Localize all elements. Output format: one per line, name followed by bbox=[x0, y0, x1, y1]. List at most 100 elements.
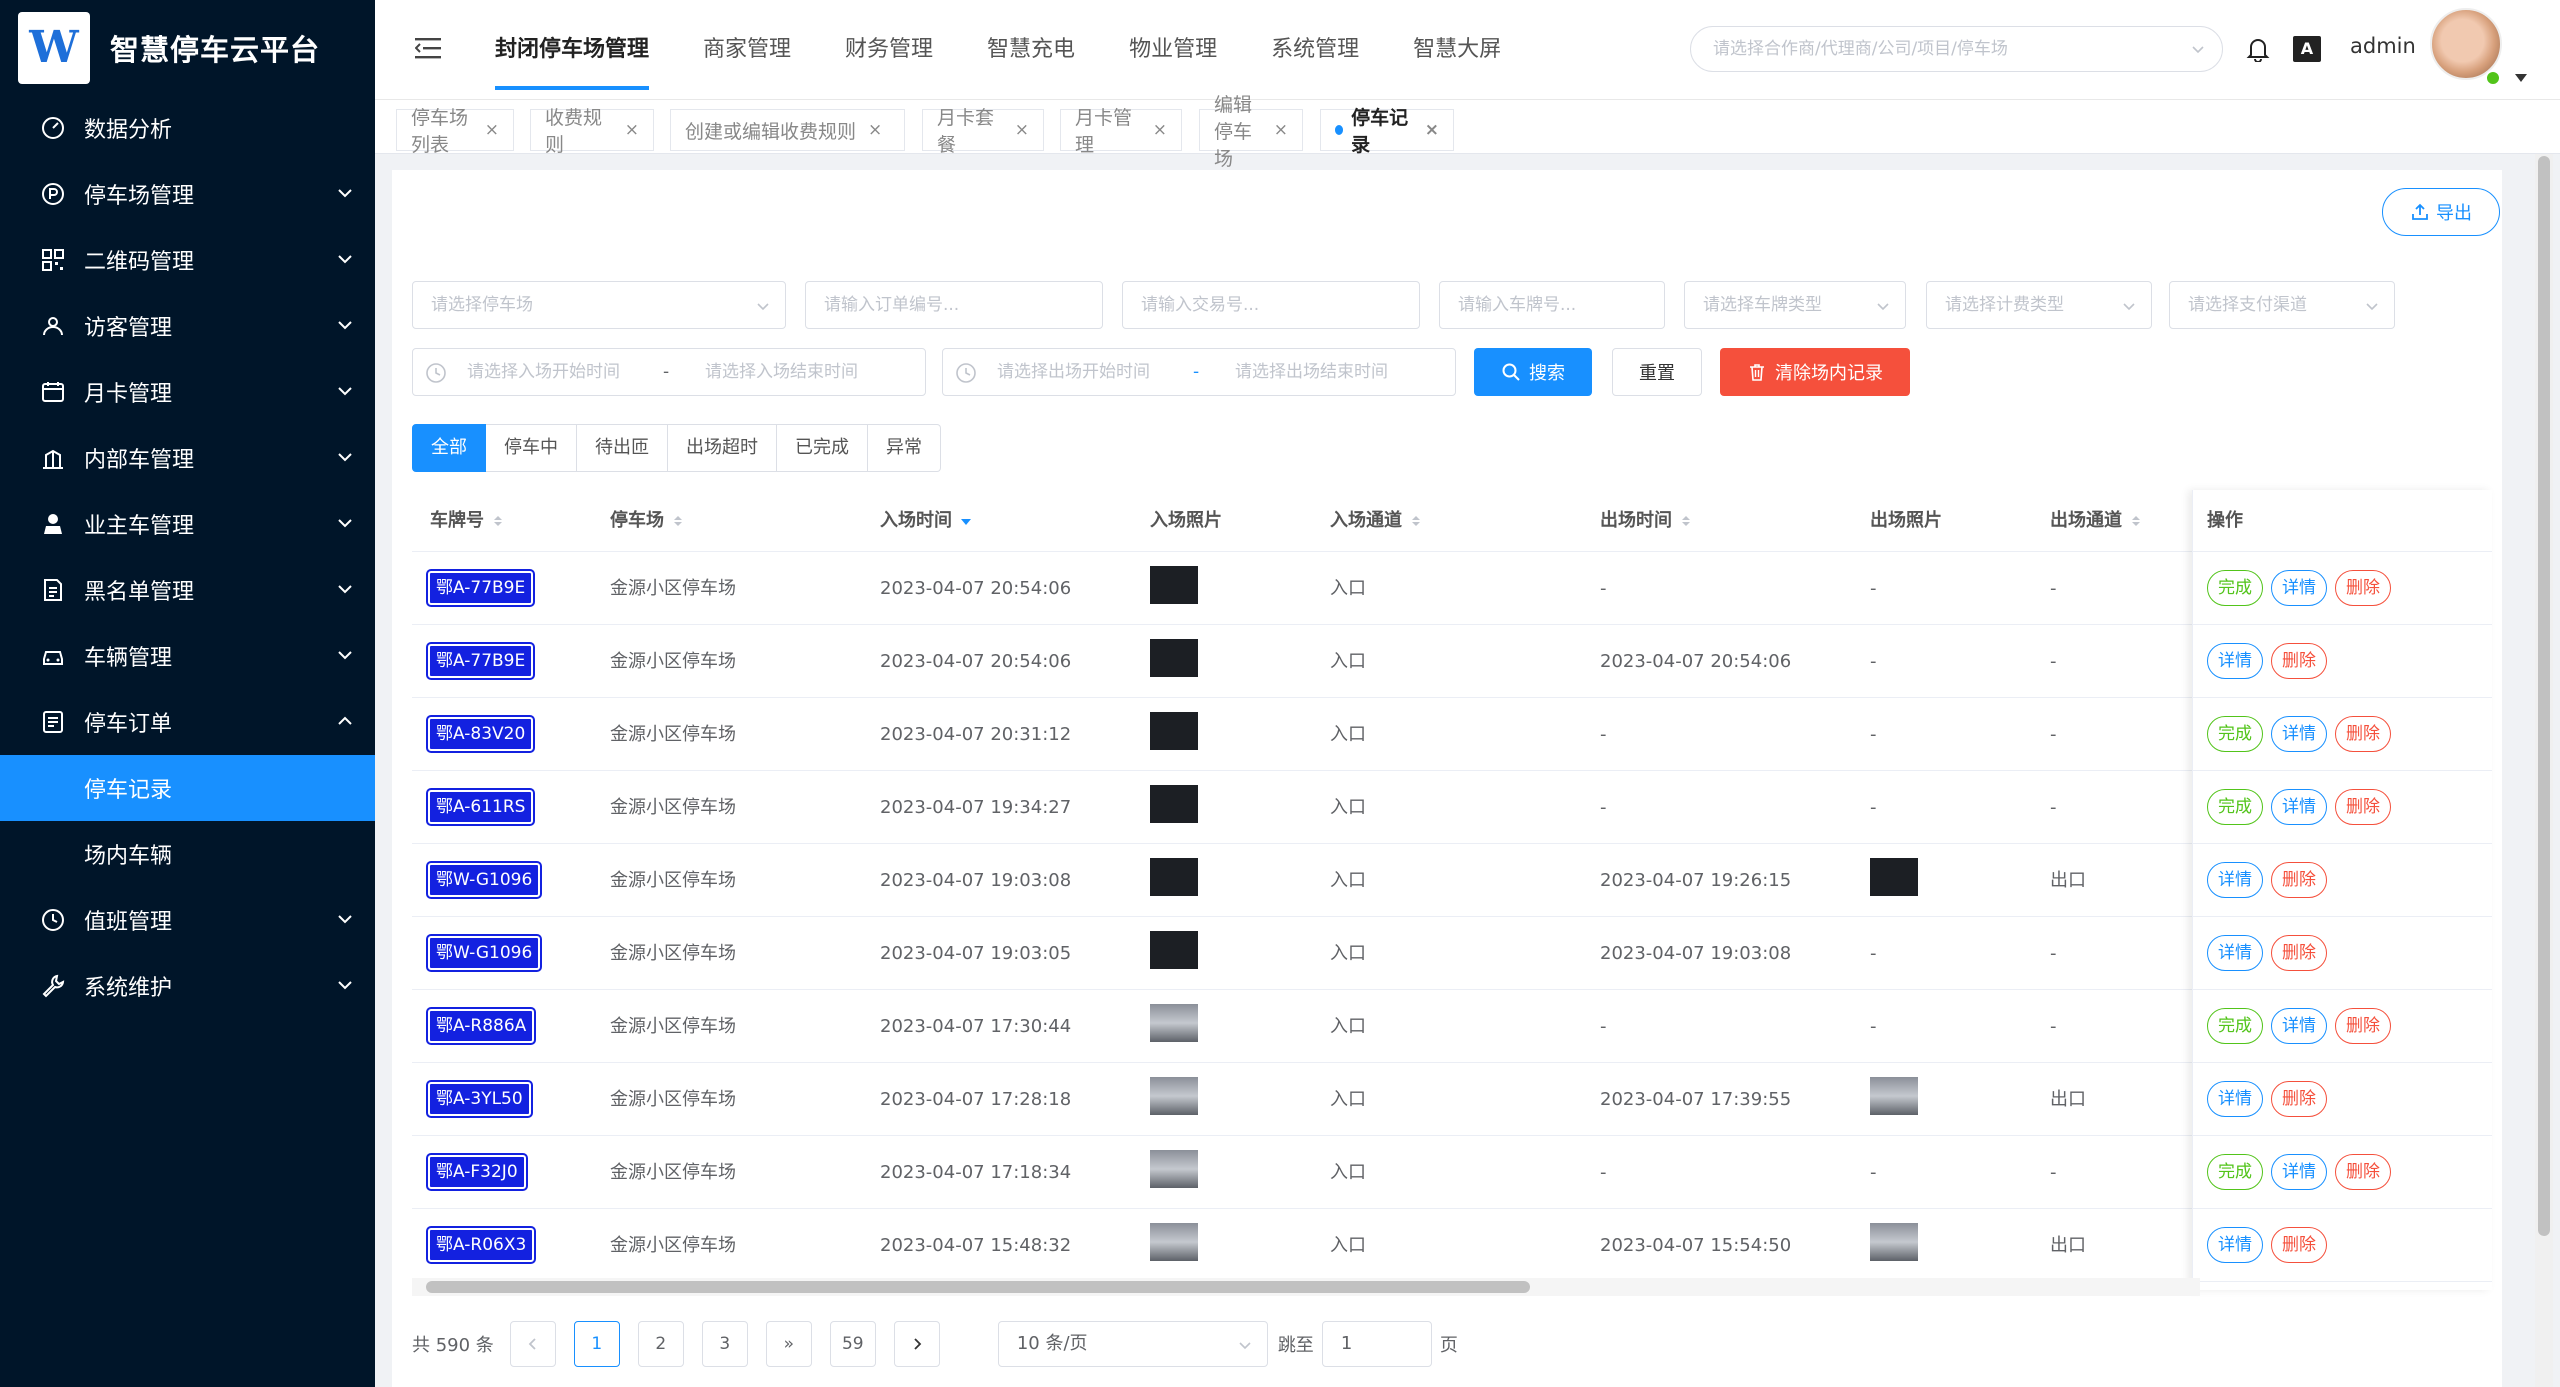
exit-photo-thumbnail[interactable] bbox=[1870, 1223, 1918, 1261]
entry-photo-thumbnail[interactable] bbox=[1150, 931, 1198, 969]
entry-photo-thumbnail[interactable] bbox=[1150, 1004, 1198, 1042]
tab-item[interactable]: 停车记录 × bbox=[1320, 107, 1454, 156]
exit-photo-thumbnail[interactable] bbox=[1870, 1077, 1918, 1115]
column-header[interactable]: 入场时间 bbox=[880, 490, 972, 552]
top-nav-item[interactable]: 财务管理 bbox=[845, 0, 933, 100]
horizontal-scrollbar-thumb[interactable] bbox=[426, 1281, 1530, 1293]
sidebar-item-sidebar-bottom_items-0[interactable]: 值班管理 bbox=[0, 887, 375, 953]
delete-button[interactable]: 删除 bbox=[2271, 1081, 2327, 1117]
sort-icon[interactable] bbox=[2130, 514, 2142, 528]
entry-photo-thumbnail[interactable] bbox=[1150, 639, 1198, 677]
exit-photo-thumbnail[interactable] bbox=[1870, 858, 1918, 896]
column-header[interactable]: 出场时间 bbox=[1600, 490, 1692, 552]
tab-item[interactable]: 月卡管理 × bbox=[1060, 107, 1182, 156]
close-icon[interactable]: × bbox=[1153, 120, 1167, 140]
tab-item[interactable]: 月卡套餐 × bbox=[922, 107, 1044, 156]
column-header[interactable]: 入场通道 bbox=[1330, 490, 1422, 552]
sidebar-item-sidebar-items-0[interactable]: 数据分析 bbox=[0, 95, 375, 161]
top-nav-item[interactable]: 系统管理 bbox=[1271, 0, 1359, 100]
detail-button[interactable]: 详情 bbox=[2207, 935, 2263, 971]
page-button[interactable]: 3 bbox=[701, 1321, 748, 1367]
sidebar-item-sidebar-items-7[interactable]: 黑名单管理 bbox=[0, 557, 375, 623]
top-nav-item[interactable]: 封闭停车场管理 bbox=[495, 0, 650, 100]
sidebar-item-sidebar-items-1[interactable]: 停车场管理 bbox=[0, 161, 375, 227]
entry-photo-thumbnail[interactable] bbox=[1150, 1150, 1198, 1188]
complete-button[interactable]: 完成 bbox=[2207, 1154, 2263, 1190]
status-tab[interactable]: 出场超时 bbox=[668, 424, 777, 472]
order-no-input[interactable]: 请输入订单编号... bbox=[805, 281, 1103, 329]
sort-icon[interactable] bbox=[1410, 514, 1422, 528]
detail-button[interactable]: 详情 bbox=[2207, 862, 2263, 898]
delete-button[interactable]: 删除 bbox=[2271, 643, 2327, 679]
entry-photo-thumbnail[interactable] bbox=[1150, 1223, 1198, 1261]
entry-time-range[interactable]: 请选择入场开始时间 - 请选择入场结束时间 bbox=[412, 348, 926, 396]
sidebar-subitem[interactable]: 停车记录 bbox=[0, 755, 375, 821]
sidebar-item-sidebar-items-2[interactable]: 二维码管理 bbox=[0, 227, 375, 293]
page-size-select[interactable]: 10 条/页 bbox=[997, 1321, 1268, 1367]
delete-button[interactable]: 删除 bbox=[2271, 862, 2327, 898]
tab-item[interactable]: 编辑停车场 × bbox=[1199, 94, 1303, 170]
sort-icon[interactable] bbox=[492, 514, 504, 528]
exit-time-range[interactable]: 请选择出场开始时间 - 请选择出场结束时间 bbox=[942, 348, 1456, 396]
sidebar-item-sidebar-bottom_items-1[interactable]: 系统维护 bbox=[0, 953, 375, 1019]
entry-photo-thumbnail[interactable] bbox=[1150, 712, 1198, 750]
entry-photo-thumbnail[interactable] bbox=[1150, 785, 1198, 823]
export-button[interactable]: 导出 bbox=[2382, 188, 2500, 236]
complete-button[interactable]: 完成 bbox=[2207, 570, 2263, 606]
detail-button[interactable]: 详情 bbox=[2271, 789, 2327, 825]
column-header[interactable]: 停车场 bbox=[610, 490, 684, 552]
column-header[interactable]: 出场通道 bbox=[2050, 490, 2142, 552]
sort-desc-icon[interactable] bbox=[960, 514, 972, 528]
tab-item[interactable]: 收费规则 × bbox=[530, 107, 654, 156]
sidebar-item-sidebar-items-8[interactable]: 车辆管理 bbox=[0, 623, 375, 689]
next-page-button[interactable] bbox=[893, 1321, 940, 1367]
status-tab[interactable]: 全部 bbox=[412, 424, 486, 472]
delete-button[interactable]: 删除 bbox=[2335, 1154, 2391, 1190]
sort-icon[interactable] bbox=[672, 514, 684, 528]
prev-page-button[interactable] bbox=[509, 1321, 556, 1367]
top-nav-item[interactable]: 商家管理 bbox=[703, 0, 791, 100]
plate-no-input[interactable]: 请输入车牌号... bbox=[1439, 281, 1665, 329]
delete-button[interactable]: 删除 bbox=[2271, 1227, 2327, 1263]
detail-button[interactable]: 详情 bbox=[2207, 1227, 2263, 1263]
close-icon[interactable]: × bbox=[1015, 120, 1029, 140]
plate-type-select[interactable]: 请选择车牌类型 bbox=[1684, 281, 1906, 329]
entry-photo-thumbnail[interactable] bbox=[1150, 858, 1198, 896]
sidebar-item-sidebar-items-9[interactable]: 停车订单 bbox=[0, 689, 375, 755]
delete-button[interactable]: 删除 bbox=[2335, 570, 2391, 606]
page-button[interactable]: 59 bbox=[829, 1321, 876, 1367]
top-nav-item[interactable]: 智慧大屏 bbox=[1413, 0, 1501, 100]
billing-type-select[interactable]: 请选择计费类型 bbox=[1926, 281, 2152, 329]
close-icon[interactable]: × bbox=[485, 120, 499, 140]
delete-button[interactable]: 删除 bbox=[2271, 935, 2327, 971]
top-nav-item[interactable]: 物业管理 bbox=[1129, 0, 1217, 100]
menu-toggle-icon[interactable] bbox=[415, 37, 441, 59]
goto-page-input[interactable]: 1 bbox=[1321, 1321, 1432, 1367]
status-tab[interactable]: 停车中 bbox=[486, 424, 577, 472]
clear-records-button[interactable]: 清除场内记录 bbox=[1720, 348, 1910, 396]
close-icon[interactable]: × bbox=[868, 120, 882, 140]
sidebar-item-sidebar-items-6[interactable]: 业主车管理 bbox=[0, 491, 375, 557]
entry-photo-thumbnail[interactable] bbox=[1150, 1077, 1198, 1115]
close-icon[interactable]: × bbox=[1425, 120, 1439, 140]
detail-button[interactable]: 详情 bbox=[2207, 1081, 2263, 1117]
status-tab[interactable]: 已完成 bbox=[777, 424, 868, 472]
top-nav-item[interactable]: 智慧充电 bbox=[987, 0, 1075, 100]
detail-button[interactable]: 详情 bbox=[2271, 1154, 2327, 1190]
complete-button[interactable]: 完成 bbox=[2207, 1008, 2263, 1044]
complete-button[interactable]: 完成 bbox=[2207, 789, 2263, 825]
page-button[interactable]: 2 bbox=[637, 1321, 684, 1367]
detail-button[interactable]: 详情 bbox=[2271, 716, 2327, 752]
complete-button[interactable]: 完成 bbox=[2207, 716, 2263, 752]
page-button[interactable]: 1 bbox=[573, 1321, 620, 1367]
status-tab[interactable]: 待出匝 bbox=[577, 424, 668, 472]
translate-icon[interactable]: A bbox=[2293, 36, 2321, 62]
org-select[interactable]: 请选择合作商/代理商/公司/项目/停车场 bbox=[1690, 26, 2223, 72]
tab-item[interactable]: 停车场列表 × bbox=[396, 107, 514, 156]
close-icon[interactable]: × bbox=[1274, 120, 1288, 140]
column-header[interactable]: 车牌号 bbox=[430, 490, 504, 552]
jump-forward-button[interactable]: » bbox=[765, 1321, 812, 1367]
close-icon[interactable]: × bbox=[625, 120, 639, 140]
delete-button[interactable]: 删除 bbox=[2335, 789, 2391, 825]
sort-icon[interactable] bbox=[1680, 514, 1692, 528]
